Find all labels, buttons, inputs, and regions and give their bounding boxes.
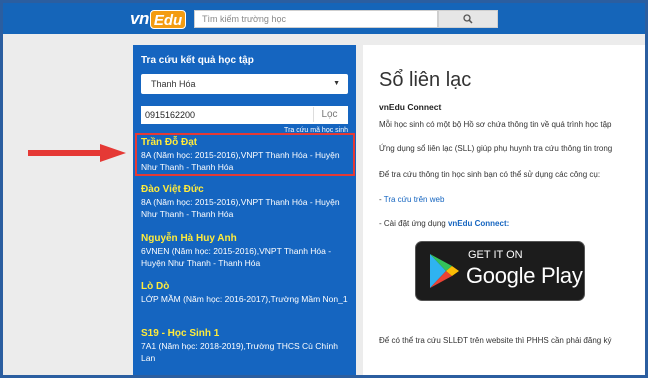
student-detail: 8A (Năm học: 2015-2016),VNPT Thanh Hóa -… xyxy=(141,197,340,219)
page: vn Edu Tìm kiếm trường học Tra cứu kết q… xyxy=(3,3,645,375)
student-item[interactable]: Đào Việt Đức 8A (Năm học: 2015-2016),VNP… xyxy=(141,184,353,220)
logo-vn-text: vn xyxy=(130,9,149,28)
bullet-prefix: - Cài đặt ứng dụng xyxy=(379,219,448,228)
student-name: S19 - Học Sinh 1 xyxy=(141,328,220,339)
student-detail: 6VNEN (Năm học: 2015-2016),VNPT Thanh Hó… xyxy=(141,246,332,268)
contact-book-panel: Sổ liên lạc vnEdu Connect Mỗi học sinh c… xyxy=(363,45,645,375)
intro-text: Ứng dụng sổ liên lạc (SLL) giúp phụ huyn… xyxy=(379,144,613,153)
vnedu-logo[interactable]: vn Edu xyxy=(130,8,187,30)
province-value: Thanh Hóa xyxy=(151,79,196,89)
student-name: Đào Việt Đức xyxy=(141,184,204,195)
web-lookup-item: - Tra cứu trên web xyxy=(379,195,444,204)
web-lookup-link[interactable]: Tra cứu trên web xyxy=(384,195,445,204)
intro-text: Để tra cứu thông tin học sinh bạn có thể… xyxy=(379,170,601,179)
province-select[interactable]: Thanh Hóa ▼ xyxy=(141,74,348,94)
phone-value: 0915162200 xyxy=(145,110,196,120)
vnedu-connect-link[interactable]: vnEdu Connect: xyxy=(448,219,509,228)
student-name: Lò Dò xyxy=(141,281,170,292)
student-detail: LỚP MẦM (Năm học: 2016-2017),Trường Mầm … xyxy=(141,294,348,304)
page-title: Sổ liên lạc xyxy=(379,69,472,91)
school-search-input[interactable]: Tìm kiếm trường học xyxy=(194,10,438,28)
student-item[interactable]: S19 - Học Sinh 1 7A1 (Năm học: 2018-2019… xyxy=(141,328,353,364)
app-install-item: - Cài đặt ứng dụng vnEdu Connect: xyxy=(379,219,509,228)
panel-title: Tra cứu kết quả học tập xyxy=(141,55,254,66)
top-bar: vn Edu Tìm kiếm trường học xyxy=(3,3,645,34)
filter-button[interactable]: Lọc xyxy=(313,107,345,122)
selected-student-highlight xyxy=(135,133,355,176)
student-item[interactable]: Lò Dò LỚP MẦM (Năm học: 2016-2017),Trườn… xyxy=(141,281,353,305)
google-play-icon xyxy=(430,254,459,288)
intro-text: Mỗi học sinh có một bộ Hồ sơ chứa thông … xyxy=(379,120,612,129)
search-icon xyxy=(463,14,473,24)
google-play-button[interactable]: GET IT ON Google Play xyxy=(415,241,585,301)
google-play-main-text: Google Play xyxy=(466,263,583,288)
search-button[interactable] xyxy=(438,10,498,28)
pointer-arrow-icon xyxy=(28,144,126,162)
student-detail: 7A1 (Năm học: 2018-2019),Trường THCS Cù … xyxy=(141,341,338,363)
student-name: Nguyễn Hà Huy Anh xyxy=(141,233,237,244)
section-subtitle: vnEdu Connect xyxy=(379,102,442,112)
student-item[interactable]: Nguyễn Hà Huy Anh 6VNEN (Năm học: 2015-2… xyxy=(141,233,353,269)
lookup-panel: Tra cứu kết quả học tập Thanh Hóa ▼ 0915… xyxy=(133,45,356,375)
chevron-down-icon: ▼ xyxy=(333,80,340,87)
phone-input[interactable]: 0915162200 Lọc xyxy=(141,106,348,124)
footer-text: Để có thể tra cứu SLLĐT trên website thì… xyxy=(379,336,612,345)
google-play-top-text: GET IT ON xyxy=(468,249,523,261)
logo-edu-text: Edu xyxy=(149,9,187,29)
